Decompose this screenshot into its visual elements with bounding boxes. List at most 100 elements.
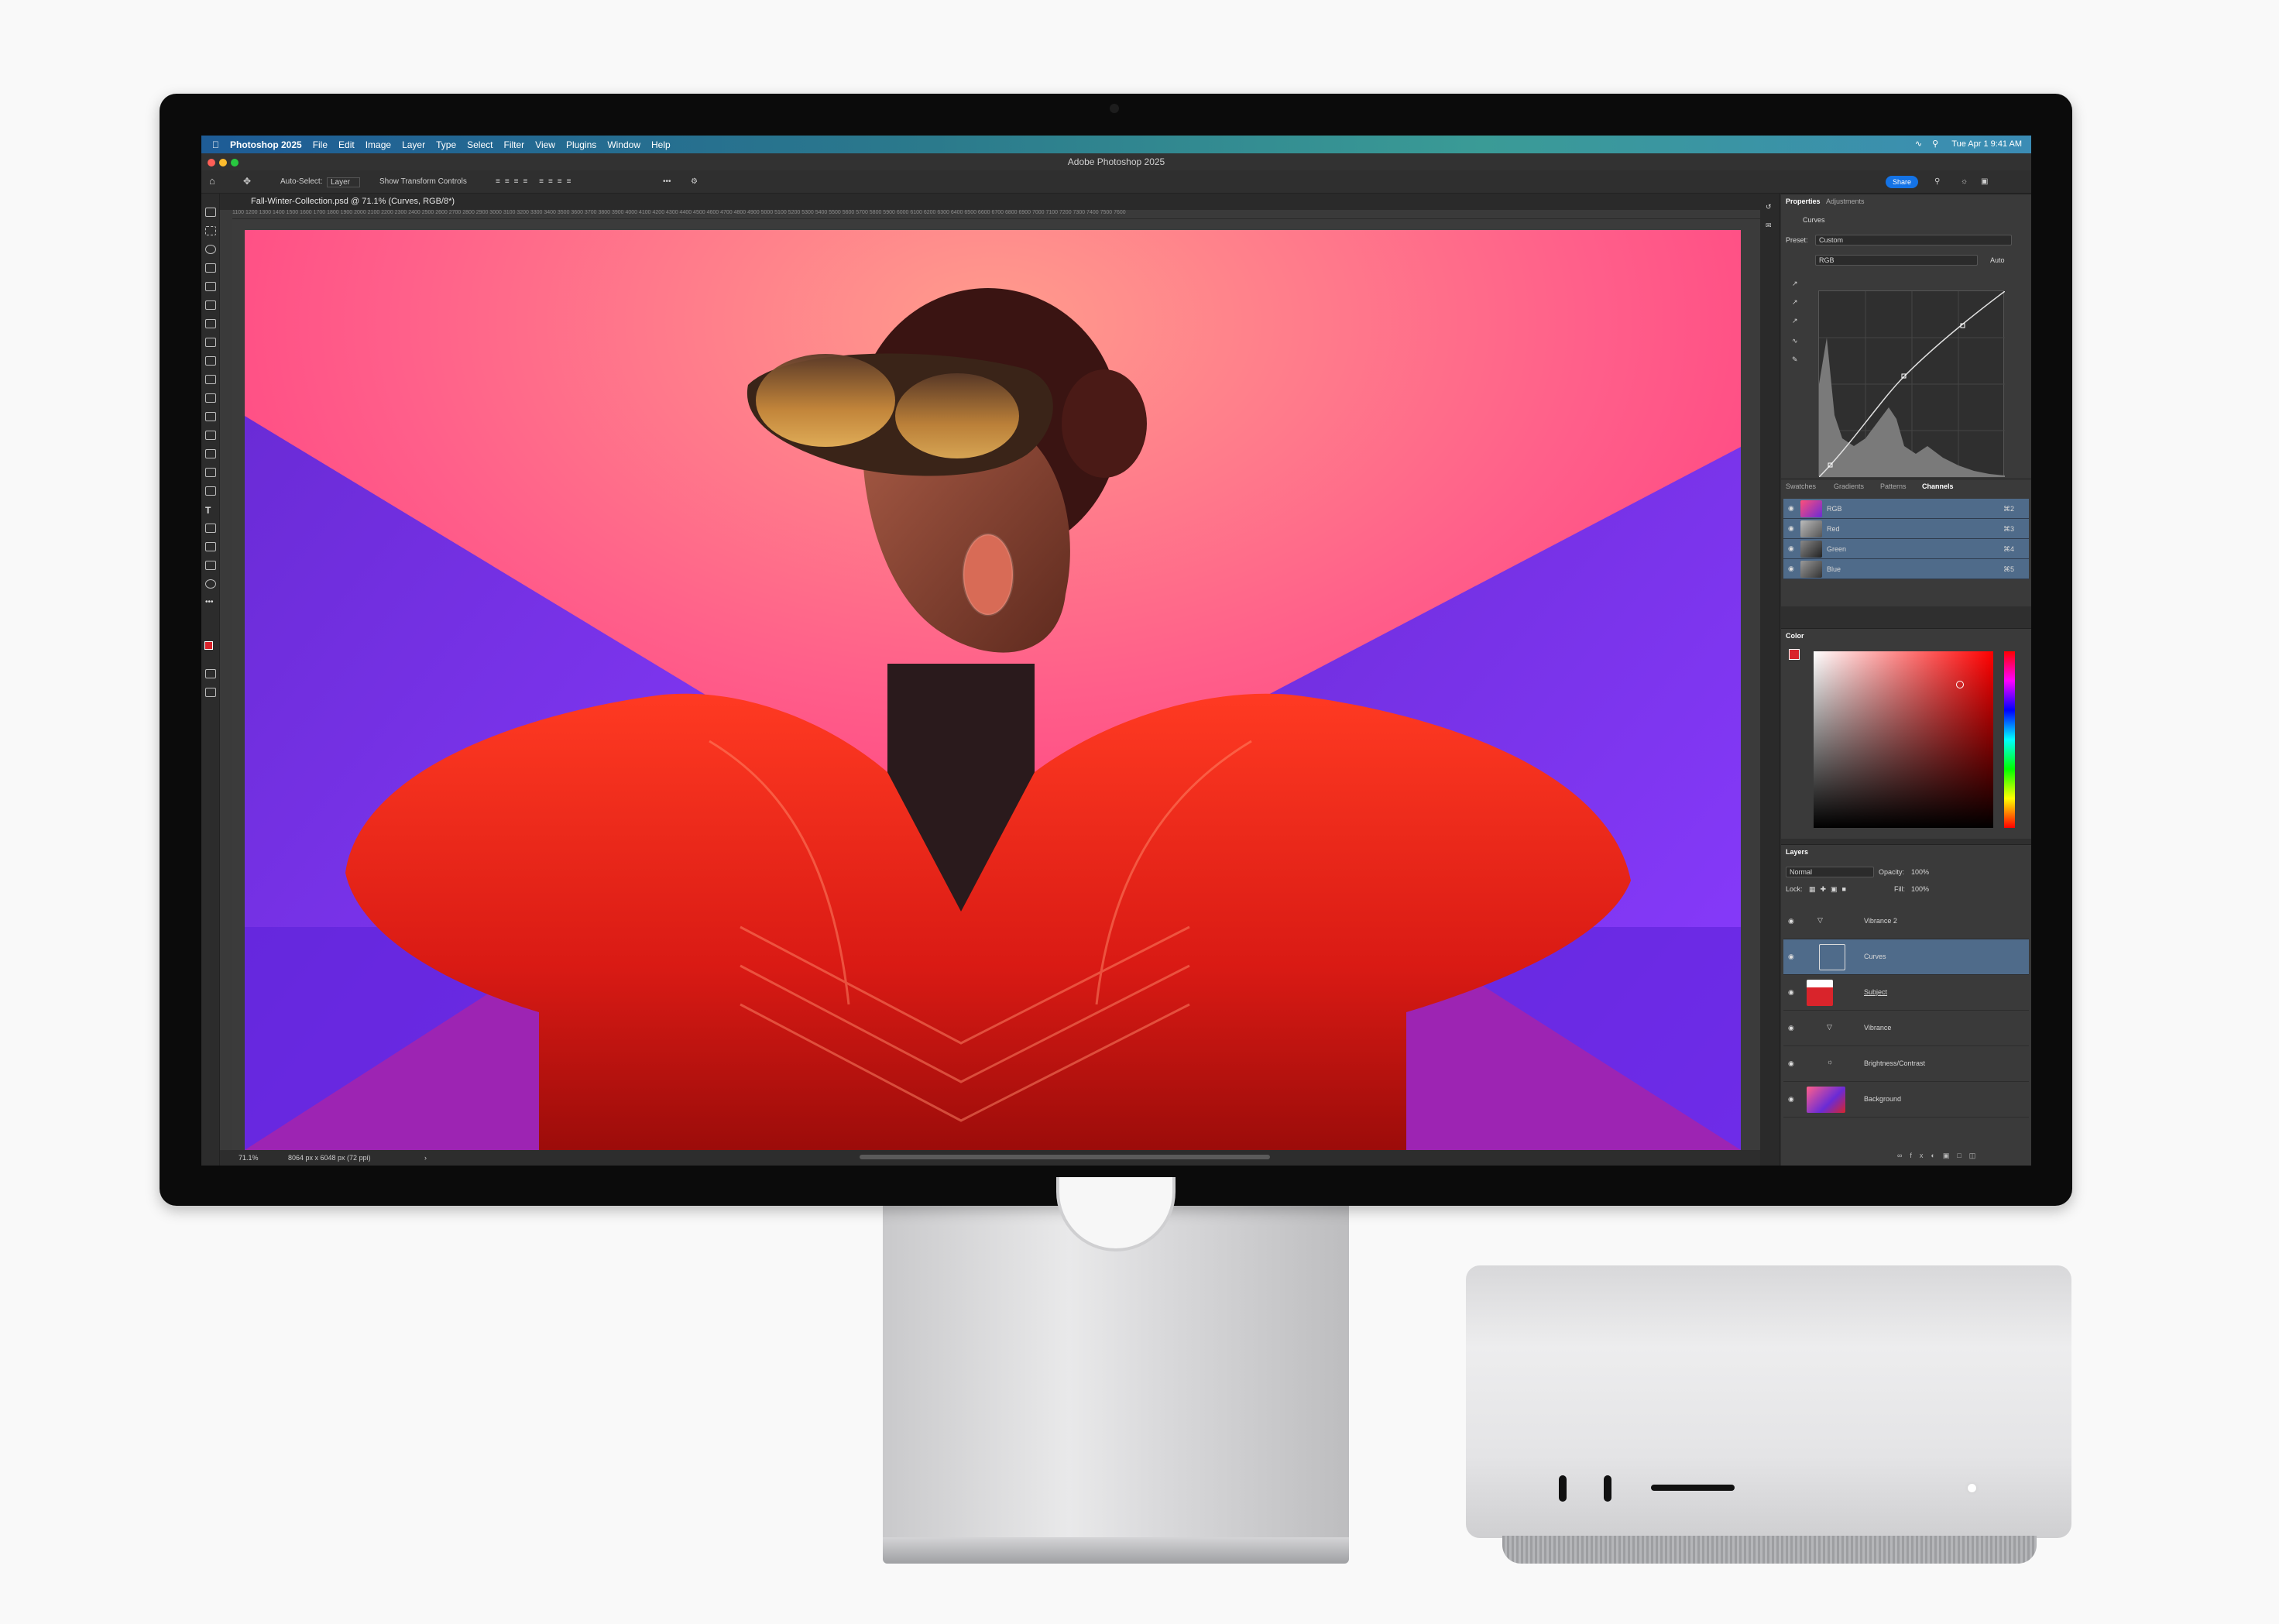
eyedropper-tool-icon[interactable] (205, 319, 216, 328)
hue-slider[interactable] (2004, 651, 2015, 828)
document-canvas[interactable] (245, 230, 1741, 1150)
workspace-icon[interactable]: ▣ (1981, 177, 1988, 186)
layer-row[interactable]: ◉ ▽ Vibrance 2 (1783, 904, 2029, 939)
lasso-tool-icon[interactable] (205, 245, 216, 254)
search-icon[interactable]: ⚲ (1932, 139, 1938, 149)
channel-row[interactable]: ◉ Blue ⌘5 (1783, 559, 2029, 579)
frame-tool-icon[interactable] (205, 300, 216, 310)
eye-icon[interactable]: ◉ (1788, 504, 1794, 513)
auto-select-label[interactable]: Auto-Select: (280, 177, 322, 186)
menu-filter[interactable]: Filter (503, 139, 524, 150)
apple-icon[interactable]:  (212, 139, 219, 150)
vertical-ruler[interactable] (220, 210, 232, 1150)
screen-mode-icon[interactable] (205, 688, 216, 697)
menu-help[interactable]: Help (651, 139, 671, 150)
eye-icon[interactable]: ◉ (1788, 565, 1794, 573)
layer-row[interactable]: ◉ Background (1783, 1082, 2029, 1118)
tab-gradients[interactable]: Gradients (1834, 482, 1864, 490)
blend-mode-dropdown[interactable]: Normal (1786, 867, 1874, 877)
menu-clock[interactable]: Tue Apr 1 9:41 AM (1951, 139, 2022, 149)
home-icon[interactable]: ⌂ (209, 175, 215, 187)
layer-row[interactable]: ◉ Subject (1783, 975, 2029, 1011)
opacity-value[interactable]: 100% (1911, 868, 1929, 876)
horizontal-ruler[interactable]: 1100 1200 1300 1400 1500 1600 1700 1800 … (232, 210, 1760, 219)
color-picker-cursor[interactable] (1956, 681, 1964, 688)
menu-window[interactable]: Window (607, 139, 640, 150)
eyedropper-icon[interactable]: ↗ (1792, 298, 1798, 307)
marquee-tool-icon[interactable] (205, 226, 216, 235)
path-select-tool-icon[interactable] (205, 524, 216, 533)
eye-icon[interactable]: ◉ (1788, 1059, 1794, 1068)
type-tool-icon[interactable]: T (205, 505, 216, 516)
eye-icon[interactable]: ◉ (1788, 1024, 1794, 1032)
lock-icons[interactable]: ▦✚▣■ (1809, 885, 1851, 894)
gear-icon[interactable]: ⚙ (691, 177, 698, 186)
color-foreground-swatch[interactable] (1789, 649, 1800, 660)
wifi-icon[interactable]: ∿ (1915, 139, 1922, 149)
crop-tool-icon[interactable] (205, 282, 216, 291)
object-select-tool-icon[interactable] (205, 263, 216, 273)
stamp-tool-icon[interactable] (205, 375, 216, 384)
layer-row[interactable]: ◉ ☼ Brightness/Contrast (1783, 1046, 2029, 1082)
hand-tool-icon[interactable] (205, 561, 216, 570)
eraser-tool-icon[interactable] (205, 412, 216, 421)
channel-dropdown[interactable]: RGB (1815, 255, 1978, 266)
history-brush-tool-icon[interactable] (205, 393, 216, 403)
channel-row[interactable]: ◉ RGB ⌘2 (1783, 499, 2029, 519)
move-tool-icon[interactable] (205, 208, 216, 217)
foreground-color-swatch[interactable] (204, 641, 213, 650)
tab-adjustments[interactable]: Adjustments (1826, 197, 1865, 205)
show-transform-checkbox-label[interactable]: Show Transform Controls (379, 177, 467, 186)
blur-tool-icon[interactable] (205, 449, 216, 458)
curve-point-icon[interactable]: ∿ (1792, 337, 1798, 345)
chevron-right-icon[interactable]: › (424, 1150, 427, 1166)
healing-tool-icon[interactable] (205, 338, 216, 347)
tab-channels[interactable]: Channels (1922, 482, 1954, 490)
tab-patterns[interactable]: Patterns (1880, 482, 1907, 490)
more-options-icon[interactable]: ••• (663, 177, 671, 186)
eye-icon[interactable]: ◉ (1788, 953, 1794, 961)
move-tool-icon[interactable]: ✥ (243, 176, 251, 187)
menu-image[interactable]: Image (366, 139, 391, 150)
menu-file[interactable]: File (313, 139, 328, 150)
menu-plugins[interactable]: Plugins (566, 139, 596, 150)
quick-mask-icon[interactable] (205, 669, 216, 678)
menu-app-name[interactable]: Photoshop 2025 (230, 139, 302, 150)
tab-properties[interactable]: Properties (1786, 197, 1821, 205)
minimize-window-button[interactable] (219, 159, 227, 167)
pen-tool-icon[interactable] (205, 486, 216, 496)
layer-row[interactable]: ◉ Curves (1783, 939, 2029, 975)
preset-dropdown[interactable]: Custom (1815, 235, 2012, 245)
menu-select[interactable]: Select (467, 139, 493, 150)
channel-row[interactable]: ◉ Red ⌘3 (1783, 519, 2029, 539)
menu-layer[interactable]: Layer (402, 139, 425, 150)
auto-select-dropdown[interactable]: Layer (327, 177, 361, 187)
learn-icon[interactable]: ☼ (1961, 177, 1968, 186)
menu-view[interactable]: View (535, 139, 555, 150)
brush-tool-icon[interactable] (205, 356, 216, 366)
color-picker-field[interactable] (1814, 651, 1993, 828)
layer-row[interactable]: ◉ ▽ Vibrance (1783, 1011, 2029, 1046)
rectangle-tool-icon[interactable] (205, 542, 216, 551)
document-tab[interactable]: Fall-Winter-Collection.psd @ 71.1% (Curv… (220, 194, 1760, 210)
menu-edit[interactable]: Edit (338, 139, 355, 150)
history-icon[interactable]: ↺ (1766, 203, 1772, 211)
eyedropper-icon[interactable]: ↗ (1792, 317, 1798, 325)
zoom-level[interactable]: 71.1% (239, 1150, 259, 1166)
document-size[interactable]: 8064 px x 6048 px (72 ppi) (288, 1150, 371, 1166)
auto-button[interactable]: Auto (1990, 256, 2005, 264)
share-button[interactable]: Share (1886, 176, 1918, 188)
zoom-tool-icon[interactable] (205, 579, 216, 589)
horizontal-scrollbar[interactable] (860, 1155, 1270, 1159)
curves-graph[interactable] (1818, 290, 2006, 478)
comments-icon[interactable]: ✉ (1766, 221, 1772, 230)
menu-type[interactable]: Type (436, 139, 456, 150)
tab-swatches[interactable]: Swatches (1786, 482, 1816, 490)
eye-icon[interactable]: ◉ (1788, 524, 1794, 533)
dodge-tool-icon[interactable] (205, 468, 216, 477)
align-icons[interactable]: ≡≡≡≡ ≡≡≡≡ (496, 177, 575, 186)
edit-toolbar-icon[interactable]: ••• (205, 598, 216, 607)
eye-icon[interactable]: ◉ (1788, 988, 1794, 997)
channel-row[interactable]: ◉ Green ⌘4 (1783, 539, 2029, 559)
eyedropper-icon[interactable]: ↗ (1792, 280, 1798, 288)
